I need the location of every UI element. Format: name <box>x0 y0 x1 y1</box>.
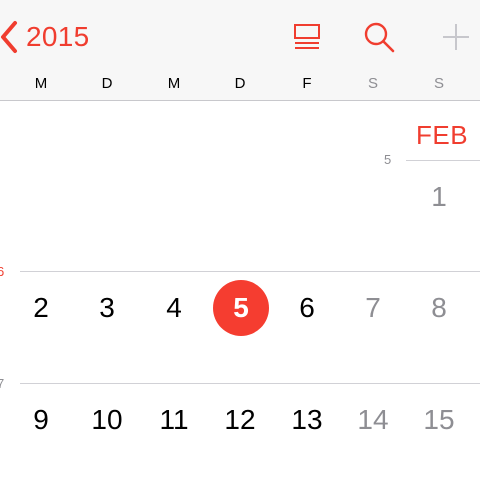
day-cell[interactable]: 9 <box>13 403 69 437</box>
week-divider <box>20 383 480 384</box>
day-cell[interactable]: 8 <box>411 291 467 325</box>
calendar-screen: 2015 M D M D F S S FEB 5 1 6 2 3 4 5 6 7… <box>0 0 480 480</box>
weekday-label: M <box>34 75 48 92</box>
back-to-year-button[interactable]: 2015 <box>0 18 90 56</box>
add-icon[interactable] <box>439 20 473 54</box>
day-cell[interactable]: 2 <box>13 291 69 325</box>
day-cell[interactable]: 15 <box>411 403 467 437</box>
month-label: FEB <box>416 120 469 150</box>
day-cell[interactable]: 1 <box>411 180 467 214</box>
day-cell[interactable]: 11 <box>146 403 202 437</box>
chevron-left-icon <box>0 20 18 54</box>
weekday-label: M <box>167 75 181 92</box>
week-divider <box>406 160 480 161</box>
month-grid[interactable]: FEB 5 1 6 2 3 4 5 6 7 8 7 9 10 11 12 13 … <box>0 101 480 480</box>
day-cell[interactable]: 13 <box>279 403 335 437</box>
day-cell[interactable]: 3 <box>79 291 135 325</box>
week-number: 7 <box>0 376 5 391</box>
day-cell[interactable]: 6 <box>279 291 335 325</box>
week-number: 6 <box>0 264 5 279</box>
day-cell[interactable]: 12 <box>212 403 268 437</box>
weekday-label: D <box>234 75 246 92</box>
search-icon[interactable] <box>362 20 396 54</box>
week-divider <box>20 271 480 272</box>
day-cell[interactable]: 4 <box>146 291 202 325</box>
today-day-cell[interactable]: 5 <box>213 280 269 336</box>
weekday-label: D <box>101 75 113 92</box>
list-view-icon[interactable] <box>290 20 324 54</box>
weekday-header: M D M D F S S <box>0 75 480 95</box>
today-day-number: 5 <box>233 292 249 323</box>
day-cell[interactable]: 14 <box>345 403 401 437</box>
day-cell[interactable]: 10 <box>79 403 135 437</box>
day-cell[interactable]: 7 <box>345 291 401 325</box>
header-bar: 2015 M D M D F S S <box>0 0 480 101</box>
week-number: 5 <box>384 152 392 167</box>
weekday-label: S <box>433 75 444 92</box>
back-label: 2015 <box>26 21 90 52</box>
weekday-label: F <box>302 75 312 92</box>
weekday-label: S <box>367 75 378 92</box>
